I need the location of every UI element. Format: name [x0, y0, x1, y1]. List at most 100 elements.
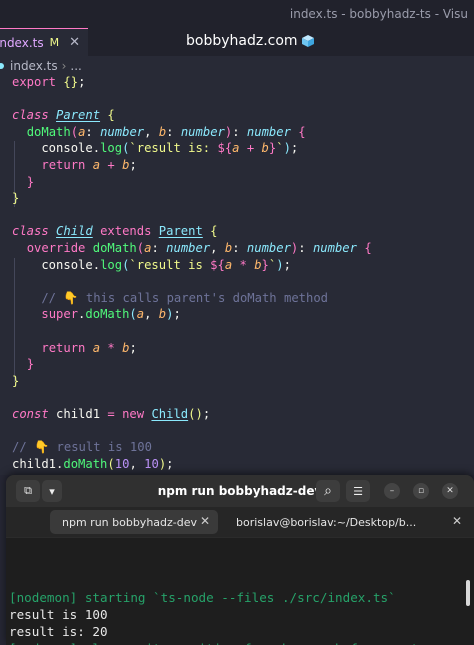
code-line: doMath(a: number, b: number): number { — [12, 124, 372, 141]
code-token: } — [12, 373, 20, 388]
modified-indicator: M — [49, 36, 60, 49]
code-token: } — [26, 174, 35, 189]
code-token: doMath — [92, 240, 137, 255]
code-token: , — [129, 456, 145, 471]
code-token: ( — [107, 456, 115, 471]
code-token: child1 — [56, 406, 101, 421]
code-token: ( — [70, 124, 79, 139]
hamburger-menu-icon: ☰ — [353, 484, 363, 498]
code-token: Child — [56, 224, 93, 239]
code-token: return — [41, 157, 93, 172]
code-token: Parent — [158, 224, 203, 239]
tab-index-ts[interactable]: index.ts M ✕ — [0, 28, 89, 56]
terminal-scrollbar[interactable] — [466, 580, 470, 606]
code-token: , — [144, 124, 159, 139]
code-token: ; — [78, 75, 86, 89]
code-token: + — [239, 141, 262, 156]
code-line: export {}; — [12, 74, 372, 91]
terminal-line: [nodemon] clean exit - waiting for chang… — [9, 641, 474, 645]
terminal-tab-label: borislav@borislav:~/Desktop/b... — [236, 515, 417, 529]
code-token: number — [312, 240, 357, 255]
code-token: class — [12, 108, 57, 123]
close-tab-icon[interactable]: ✕ — [200, 514, 210, 528]
code-token: : — [151, 240, 167, 255]
terminal-line: result is: 20 — [9, 623, 108, 639]
terminal-line: result is 100 — [9, 607, 108, 623]
code-line: console.log(`result is ${a * b}`); — [12, 257, 372, 274]
code-token: = — [100, 406, 123, 421]
maximize-button[interactable]: ▫ — [413, 483, 429, 499]
minimize-button[interactable]: – — [384, 483, 400, 499]
code-token: const — [12, 406, 57, 421]
code-token: ${ — [217, 141, 233, 156]
code-line: return a + b; — [12, 157, 372, 174]
code-line: child1.doMath(10, 10); — [12, 456, 372, 473]
code-token: ${ — [210, 257, 225, 272]
code-token: `result is — [129, 257, 211, 272]
code-line: } — [12, 373, 372, 390]
code-token: super — [41, 307, 79, 322]
code-token: number — [100, 124, 145, 139]
code-token: : — [298, 240, 313, 255]
tab-label: index.ts — [0, 35, 44, 50]
code-token: number — [246, 124, 291, 139]
close-tab-icon[interactable]: ✕ — [452, 514, 462, 528]
typescript-file-icon — [0, 63, 4, 69]
code-token: 10 — [114, 456, 130, 471]
code-token: } — [26, 357, 35, 372]
minimize-icon: – — [389, 486, 395, 496]
code-token: Child — [151, 406, 189, 421]
code-token: number — [246, 240, 291, 255]
banner-text: bobbyhadz.com — [186, 33, 298, 49]
code-token: ; — [290, 141, 299, 156]
code-line: override doMath(a: number, b: number): n… — [12, 240, 372, 257]
breadcrumb-more[interactable]: ... — [70, 59, 81, 73]
new-tab-icon: ⧉ — [24, 484, 32, 497]
code-token: log — [100, 141, 123, 156]
menu-button[interactable]: ☰ — [346, 480, 370, 502]
code-token: export — [12, 75, 64, 89]
breadcrumb: index.ts › ... — [0, 57, 474, 75]
search-button[interactable]: ⌕ — [316, 480, 340, 502]
code-token: + — [100, 157, 123, 172]
code-token: ; — [173, 307, 181, 322]
code-token: { — [63, 75, 71, 89]
code-token: override — [26, 240, 93, 255]
new-tab-button[interactable]: ⧉ — [16, 480, 40, 502]
code-token: a — [92, 340, 101, 355]
terminal-tab-npm[interactable]: npm run bobbyhadz-dev ✕ — [50, 510, 218, 534]
code-token: // 👇 result is 100 — [12, 440, 152, 455]
code-token: { — [210, 224, 218, 239]
code-line: } — [12, 190, 372, 207]
code-token: console. — [12, 141, 101, 156]
chevron-down-icon: ▾ — [49, 484, 55, 498]
code-token: class — [12, 224, 57, 239]
code-line: class Child extends Parent { — [12, 223, 372, 240]
close-tab-icon[interactable]: ✕ — [69, 35, 80, 50]
code-area[interactable]: export {}; class Parent { doMath(a: numb… — [12, 74, 372, 472]
code-token: ( — [136, 240, 145, 255]
code-token: : — [232, 240, 247, 255]
close-window-button[interactable]: ✕ — [442, 483, 458, 499]
tab-dropdown-button[interactable]: ▾ — [42, 480, 62, 502]
code-token: doMath — [63, 456, 108, 471]
code-token: : — [166, 124, 181, 139]
code-token: , — [210, 240, 225, 255]
code-line: // 👇 result is 100 — [12, 439, 372, 456]
code-token: ; — [202, 406, 211, 421]
code-token: * — [100, 340, 123, 355]
terminal-tab-shell[interactable]: borislav@borislav:~/Desktop/b... ✕ — [224, 510, 470, 534]
code-line: class Parent { — [12, 107, 372, 124]
breadcrumb-file[interactable]: index.ts — [10, 59, 58, 73]
code-token: { — [364, 240, 372, 255]
code-token: { — [298, 124, 306, 139]
terminal-output[interactable]: [nodemon] starting `ts-node --files ./sr… — [6, 538, 474, 645]
